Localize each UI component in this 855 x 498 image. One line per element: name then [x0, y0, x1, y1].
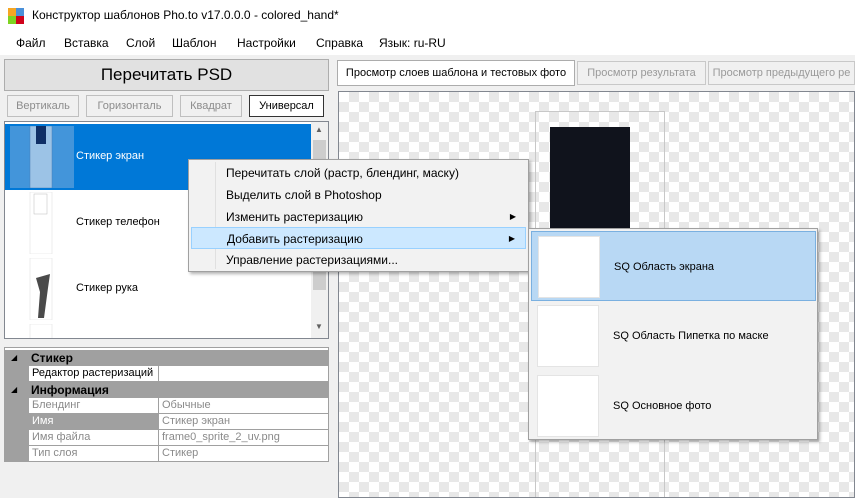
- ctx-change-rasterization[interactable]: Изменить растеризацию ▶: [191, 206, 526, 228]
- title-bar: Конструктор шаблонов Pho.to v17.0.0.0 - …: [0, 0, 855, 31]
- layer-item-partial[interactable]: [5, 322, 313, 338]
- submenu-item-pipette-mask[interactable]: SQ Область Пипетка по маске: [531, 301, 816, 371]
- ctx-reread-layer[interactable]: Перечитать слой (растр, блендинг, маску): [191, 162, 526, 184]
- submenu-thumbnail: [537, 375, 599, 437]
- property-value: Стикер экран: [159, 414, 328, 430]
- submenu-item-main-photo[interactable]: SQ Основное фото: [531, 371, 816, 441]
- property-name: Имя файла: [29, 430, 159, 446]
- property-category-info[interactable]: ◢ Информация: [5, 382, 328, 398]
- tab-layers-preview[interactable]: Просмотр слоев шаблона и тестовых фото: [337, 60, 575, 86]
- property-row-name[interactable]: Имя Стикер экран: [5, 414, 328, 430]
- property-value: Обычные: [159, 398, 328, 414]
- property-grid: ◢ Стикер Редактор растеризаций ◢ Информа…: [4, 347, 329, 462]
- property-row-raster-editor[interactable]: Редактор растеризаций: [5, 366, 328, 382]
- submenu-item-screen-area[interactable]: SQ Область экрана: [531, 231, 816, 301]
- submenu-thumbnail: [538, 236, 600, 298]
- property-name: Редактор растеризаций: [29, 366, 159, 382]
- menu-template[interactable]: Шаблон: [172, 36, 216, 50]
- property-value: frame0_sprite_2_uv.png: [159, 430, 328, 446]
- collapse-icon[interactable]: ◢: [11, 353, 17, 362]
- layer-thumbnail: [29, 258, 53, 320]
- menu-insert[interactable]: Вставка: [64, 36, 109, 50]
- mode-universal-button[interactable]: Универсал: [249, 95, 324, 117]
- collapse-icon[interactable]: ◢: [11, 385, 17, 394]
- property-row-layer-type[interactable]: Тип слоя Стикер: [5, 446, 328, 461]
- property-name: Блендинг: [29, 398, 159, 414]
- menu-language[interactable]: Язык: ru-RU: [379, 36, 446, 50]
- property-name: Тип слоя: [29, 446, 159, 461]
- menu-settings[interactable]: Настройки: [237, 36, 296, 50]
- scroll-down-icon[interactable]: ▼: [315, 322, 323, 331]
- mode-square-button[interactable]: Квадрат: [180, 95, 242, 117]
- mode-vertical-button[interactable]: Вертикаль: [7, 95, 79, 117]
- menu-file[interactable]: Файл: [16, 36, 46, 50]
- property-row-filename[interactable]: Имя файла frame0_sprite_2_uv.png: [5, 430, 328, 446]
- menu-bar: Файл Вставка Слой Шаблон Настройки Справ…: [0, 31, 855, 55]
- mode-horizontal-button[interactable]: Горизонталь: [86, 95, 173, 117]
- screen-sticker: [550, 127, 630, 233]
- layer-thumbnail: [29, 192, 53, 254]
- property-category-sticker[interactable]: ◢ Стикер: [5, 350, 328, 366]
- submenu-arrow-icon: ▶: [509, 212, 516, 221]
- rasterization-submenu: SQ Область экрана SQ Область Пипетка по …: [528, 228, 818, 440]
- scroll-up-icon[interactable]: ▲: [315, 125, 323, 134]
- app-icon: [8, 8, 24, 24]
- layer-label: Стикер телефон: [76, 216, 160, 228]
- submenu-arrow-icon: ▶: [508, 234, 515, 243]
- reread-psd-button[interactable]: Перечитать PSD: [4, 59, 329, 91]
- layer-thumbnail: [29, 324, 53, 338]
- layer-label: Стикер экран: [76, 150, 145, 162]
- submenu-thumbnail: [537, 305, 599, 367]
- ctx-add-rasterization[interactable]: Добавить растеризацию ▶: [191, 227, 526, 249]
- property-value: Стикер: [159, 446, 328, 461]
- menu-layer[interactable]: Слой: [126, 36, 155, 50]
- window-title: Конструктор шаблонов Pho.to v17.0.0.0 - …: [32, 8, 339, 22]
- tab-result-preview[interactable]: Просмотр результата: [577, 61, 706, 85]
- menu-help[interactable]: Справка: [316, 36, 363, 50]
- layer-thumbnail: [10, 126, 74, 188]
- property-row-blending[interactable]: Блендинг Обычные: [5, 398, 328, 414]
- layer-label: Стикер рука: [76, 282, 139, 294]
- property-name: Имя: [29, 414, 159, 430]
- ctx-select-in-photoshop[interactable]: Выделить слой в Photoshop: [191, 184, 526, 206]
- tab-previous-preview[interactable]: Просмотр предыдущего ре: [708, 61, 855, 85]
- ctx-manage-rasterizations[interactable]: Управление растеризациями...: [191, 249, 526, 271]
- property-value[interactable]: [159, 366, 328, 382]
- context-menu: Перечитать слой (растр, блендинг, маску)…: [188, 159, 529, 272]
